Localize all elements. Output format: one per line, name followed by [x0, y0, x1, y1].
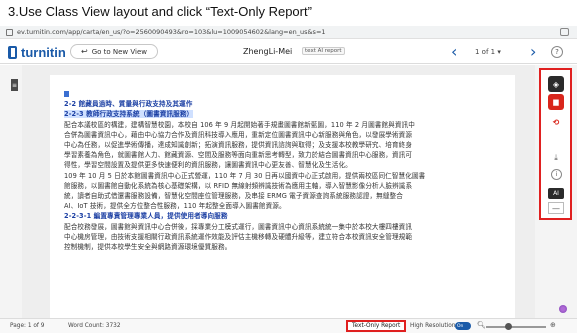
- zoom-in-icon[interactable]: ⊕: [550, 321, 556, 329]
- top-toolbar: turnitin ↩ Go to New View ZhengLi-Mei te…: [0, 39, 577, 64]
- ai-label-icon[interactable]: AI: [548, 188, 564, 199]
- lock-icon: [6, 28, 13, 36]
- report-tag: text AI report: [302, 47, 345, 55]
- zoom-slider[interactable]: [486, 326, 546, 328]
- arrow-right-icon: ↩: [81, 47, 88, 56]
- status-bar: Page: 1 of 9 Word Count: 3732 Text-Only …: [0, 318, 577, 333]
- doc-line: 中心為任務，以促進學術傳播，達成知識創新；拓演資訊服務，提供資訊諮詢與取得；及支…: [64, 141, 413, 150]
- high-resolution-toggle[interactable]: On: [455, 322, 471, 330]
- instruction-caption: 3.Use Class View layout and click “Text-…: [8, 4, 312, 19]
- doc-line: 得性，學習空間設置及提供更多快速便利的資訊服務，讓圖書資訊中心更友善、智慧化及生…: [64, 161, 352, 170]
- left-rail: ≡: [0, 65, 22, 318]
- ai-writing-icon[interactable]: ⟲: [548, 114, 564, 130]
- text-only-report-button[interactable]: Text-Only Report: [346, 320, 407, 332]
- document-text: 2-2 館藏員過時、質量與行政支持及其運作 2-2-3 教師行政支持系統（圖書資…: [64, 89, 504, 252]
- match-marker-icon[interactable]: [64, 91, 69, 97]
- help-icon[interactable]: ?: [551, 46, 563, 58]
- doc-line: 2-2 館藏員過時、質量與行政支持及其運作: [64, 100, 193, 109]
- page-info: Page: 1 of 9: [10, 323, 45, 329]
- turnitin-mark-icon: [8, 46, 17, 59]
- high-resolution-label: High Resolution: [410, 323, 456, 329]
- info-icon[interactable]: i: [551, 169, 562, 180]
- doc-line: AI、IoT 技術，提供全方位整合性服務，110 年起整全面導入圖書館資源。: [64, 202, 286, 211]
- doc-line: 中心機房管理，由技術支援相關行政資訊系統運作效能及評估主機移轉及硬體升級等，建立…: [64, 232, 413, 241]
- similarity-icon[interactable]: ▆: [548, 94, 564, 110]
- go-to-new-view-button[interactable]: ↩ Go to New View: [70, 44, 158, 59]
- doc-line: 學習素養為角色，就圖書館人力、館藏資源、空間及服務等面向重新思考轉型，致力於結合…: [64, 151, 413, 160]
- assistant-gem-icon[interactable]: [559, 305, 567, 313]
- document-name: ZhengLi-Mei: [243, 47, 293, 56]
- document-viewer[interactable]: 2-2 館藏員過時、質量與行政支持及其運作 2-2-3 教師行政支持系統（圖書資…: [22, 65, 535, 318]
- collapse-icon[interactable]: —: [548, 202, 564, 214]
- doc-line: 合併為圖書資訊中心，藉由中心協力合作及資訊科技導入應用，重新定位圖書資訊中心新服…: [64, 130, 413, 139]
- doc-line: 2-2-3 教師行政支持系統（圖書資訊服務）: [64, 110, 194, 119]
- side-panel-highlight: ◈ ▆ ⟲ ⤓ i AI —: [539, 68, 572, 220]
- previous-page-icon[interactable]: ‹: [451, 42, 457, 61]
- doc-line: 館服務，以圖書館自動化系統為核心基礎架構，以 RFID 無線射頻辨識技術為應用主…: [64, 181, 413, 190]
- doc-line: 統，讀者自助式借還書服務設備，智慧化空間座位管理服務，及串接 ERMG 電子資源…: [64, 192, 403, 201]
- doc-marker-row: [64, 89, 504, 99]
- page-selector[interactable]: 1 of 1 ▾: [475, 48, 501, 56]
- new-view-label: Go to New View: [91, 47, 147, 56]
- doc-line: 2-2-3-1 編置專責管理專業人員，提供使用者導向服務: [64, 212, 228, 221]
- doc-line: 控制機制，提供本校學生安全與網路資源環境優質服務。: [64, 243, 232, 252]
- word-count: Word Count: 3732: [68, 323, 121, 329]
- doc-line: 配合校務發展，圖書館與資訊中心合併後，採專業分工模式運行，圖書資訊中心資訊系統統…: [64, 222, 413, 231]
- zoom-slider-handle[interactable]: [505, 323, 512, 330]
- logo-text: turnitin: [21, 45, 66, 60]
- expand-menu-icon[interactable]: ≡: [11, 79, 18, 91]
- zoom-out-icon[interactable]: 🔍︎: [477, 321, 486, 329]
- doc-line: 配合本議校區的構建，建構智慧校園，本校自 106 年 9 月起開始著手規畫圖書館…: [64, 120, 415, 129]
- doc-line-wrap: 2-2-3 教師行政支持系統（圖書資訊服務）: [64, 109, 504, 119]
- document-page: 2-2 館藏員過時、質量與行政支持及其運作 2-2-3 教師行政支持系統（圖書資…: [50, 75, 515, 318]
- layers-icon[interactable]: ◈: [548, 76, 564, 92]
- turnitin-logo: turnitin: [8, 45, 66, 60]
- doc-line: 109 年 10 月 5 日於本館圖書資訊中心正式營運，110 年 7 月 30…: [64, 171, 426, 180]
- download-icon[interactable]: ⤓: [548, 150, 564, 166]
- extension-icon[interactable]: [560, 28, 569, 36]
- url-text: ev.turnitin.com/app/carta/en_us/?o=25600…: [17, 28, 326, 36]
- next-page-icon[interactable]: ›: [530, 42, 536, 61]
- browser-address-bar[interactable]: ev.turnitin.com/app/carta/en_us/?o=25600…: [0, 26, 577, 39]
